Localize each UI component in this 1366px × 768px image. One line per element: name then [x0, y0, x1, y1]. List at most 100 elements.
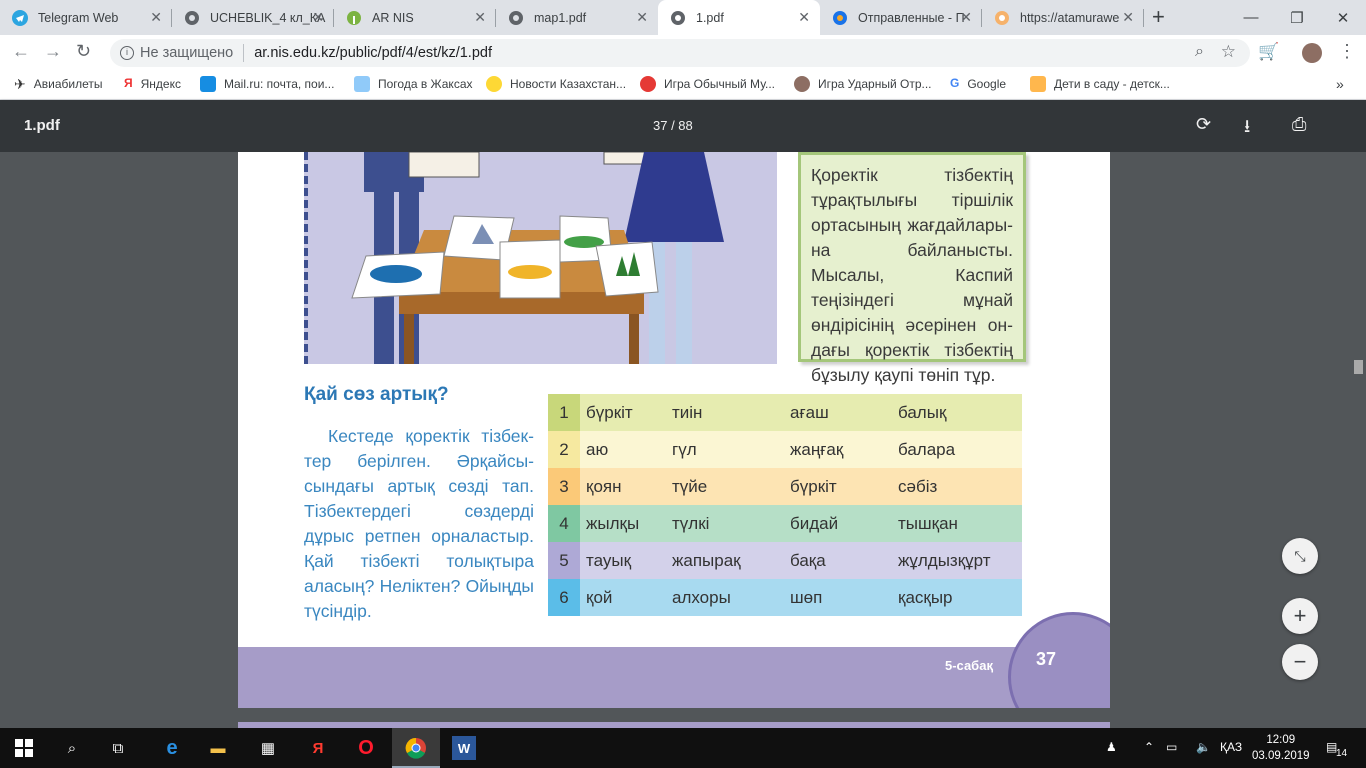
tab-1pdf[interactable]: 1.pdf ✕	[658, 0, 820, 35]
table-cell: аю	[586, 440, 609, 459]
zoom-icon[interactable]: ⌕	[1195, 43, 1204, 61]
tab-map1[interactable]: map1.pdf ✕	[496, 0, 658, 35]
page-indicator[interactable]: 37 / 88	[653, 118, 693, 133]
table-cell: бүркіт	[586, 403, 633, 422]
scrollbar-thumb[interactable]	[1354, 360, 1363, 374]
tab-telegram[interactable]: Telegram Web ✕	[0, 0, 172, 35]
vertical-scrollbar[interactable]	[1350, 152, 1366, 728]
table-row: 4 жылқы түлкі бидай тышқан	[548, 505, 1022, 542]
pdf-viewer[interactable]: Қоректік тізбектің тұрақтылығы тіршілік …	[0, 152, 1366, 728]
table-row: 5 тауық жапырақ бақа жұлдызқұрт	[548, 542, 1022, 579]
store-icon[interactable]: ▦	[256, 736, 280, 760]
menu-icon[interactable]: ⋮	[1338, 41, 1356, 62]
security-label: Не защищено	[140, 45, 234, 61]
close-icon[interactable]: ✕	[1122, 9, 1134, 26]
zoom-in-button[interactable]: +	[1282, 598, 1318, 634]
clock[interactable]: 12:09 03.09.2019	[1252, 732, 1310, 764]
yandex-icon: Я	[124, 76, 133, 90]
battery-icon[interactable]: ▭	[1166, 740, 1177, 754]
game-icon	[640, 76, 656, 92]
tab-ar-nis[interactable]: AR NIS ✕	[334, 0, 496, 35]
lesson-label: 5-сабақ	[945, 658, 993, 673]
star-icon[interactable]: ☆	[1221, 42, 1236, 62]
bookmark-item[interactable]: Игра Ударный Отр...	[794, 76, 932, 92]
table-cell: балара	[898, 440, 956, 459]
profile-avatar[interactable]	[1302, 43, 1322, 63]
row-number: 1	[548, 394, 580, 431]
table-cell: қасқыр	[898, 588, 953, 607]
info-icon[interactable]: i	[120, 46, 134, 60]
close-icon[interactable]: ✕	[960, 9, 972, 26]
bookmark-item[interactable]: Я Яндекс	[124, 76, 181, 92]
table-row: 3 қоян түйе бүркіт сәбіз	[548, 468, 1022, 505]
minimize-button[interactable]: —	[1228, 0, 1274, 35]
tab-sent-mail[interactable]: Отправленные - П ✕	[820, 0, 982, 35]
globe-icon	[671, 10, 685, 25]
tab-atamura[interactable]: https://atamurawe ✕	[982, 0, 1144, 35]
page-number: 37	[1036, 649, 1057, 669]
close-icon[interactable]: ✕	[474, 9, 486, 26]
print-icon[interactable]: ⎙	[1292, 114, 1306, 135]
address-bar[interactable]: i Не защищено ar.nis.edu.kz/public/pdf/4…	[110, 39, 1250, 67]
close-icon[interactable]: ✕	[312, 9, 324, 26]
chrome-icon[interactable]	[404, 736, 428, 760]
page-number-badge	[1008, 612, 1110, 708]
close-icon[interactable]: ✕	[798, 9, 810, 26]
row-number: 6	[548, 579, 580, 616]
bookmarks-overflow-icon[interactable]: »	[1336, 76, 1344, 92]
close-icon[interactable]: ✕	[150, 9, 162, 26]
new-tab-button[interactable]: +	[1152, 4, 1165, 30]
table-cell: бүркіт	[790, 477, 837, 496]
cart-extension-icon[interactable]: 🛒	[1258, 42, 1279, 62]
restore-button[interactable]: ❐	[1274, 0, 1320, 35]
bookmark-item[interactable]: G Google	[950, 76, 1006, 92]
language-indicator[interactable]: ҚАЗ	[1220, 740, 1242, 754]
weather-icon	[354, 76, 370, 92]
bookmark-item[interactable]: Mail.ru: почта, пои...	[200, 76, 334, 92]
plane-icon: ✈	[14, 76, 26, 92]
people-icon[interactable]: ♟	[1106, 740, 1117, 754]
yandex-browser-icon[interactable]: Я	[306, 736, 330, 760]
bookmark-item[interactable]: ✈ Авиабилеты	[14, 76, 102, 92]
close-window-button[interactable]: ✕	[1320, 0, 1366, 35]
children-with-cards-illustration	[351, 152, 724, 364]
table-cell: алхоры	[672, 588, 731, 607]
bookmark-item[interactable]: Дети в саду - детск...	[1030, 76, 1170, 92]
table-cell: гүл	[672, 440, 697, 459]
table-cell: жапырақ	[672, 551, 741, 570]
telegram-icon	[12, 9, 28, 26]
search-icon[interactable]: ⌕	[60, 736, 84, 760]
fit-to-page-button[interactable]: ⤡	[1282, 538, 1318, 574]
back-button[interactable]: ←	[12, 41, 30, 62]
table-cell: шөп	[790, 588, 823, 607]
forward-button[interactable]: →	[44, 41, 62, 62]
volume-icon[interactable]: 🔈	[1196, 740, 1211, 754]
table-cell: жылқы	[586, 514, 640, 533]
bookmark-item[interactable]: Новости Казахстан...	[486, 76, 626, 92]
zoom-out-button[interactable]: −	[1282, 644, 1318, 680]
show-hidden-icons[interactable]: ⌃	[1144, 740, 1154, 754]
rotate-icon[interactable]: ⟳	[1196, 114, 1211, 135]
bookmark-item[interactable]: Игра Обычный Му...	[640, 76, 775, 92]
tab-ucheblik[interactable]: UCHEBLIK_4 кл_КА ✕	[172, 0, 334, 35]
word-icon[interactable]: W	[452, 736, 476, 760]
edge-icon[interactable]: e	[160, 736, 184, 760]
table-cell: ағаш	[790, 403, 829, 422]
info-text: Қоректік тізбектің тұрақтылығы тіршілік …	[811, 165, 1013, 385]
task-view-icon[interactable]: ⧉	[106, 736, 130, 760]
reload-button[interactable]: ↻	[76, 41, 91, 62]
row-number: 4	[548, 505, 580, 542]
file-explorer-icon[interactable]: ▬	[206, 736, 230, 760]
table-cell: бақа	[790, 551, 826, 570]
url-text[interactable]: ar.nis.edu.kz/public/pdf/4/est/kz/1.pdf	[254, 45, 492, 61]
kids-icon	[1030, 76, 1046, 92]
table-cell: түлкі	[672, 514, 710, 533]
sun-icon	[486, 76, 502, 92]
table-cell: тиін	[672, 403, 703, 422]
close-icon[interactable]: ✕	[636, 9, 648, 26]
mail-icon	[833, 10, 847, 25]
windows-start-icon[interactable]	[12, 736, 36, 760]
download-icon[interactable]: ⭳	[1244, 114, 1250, 144]
opera-icon[interactable]: O	[354, 736, 378, 760]
bookmark-item[interactable]: Погода в Жаксах	[354, 76, 473, 92]
